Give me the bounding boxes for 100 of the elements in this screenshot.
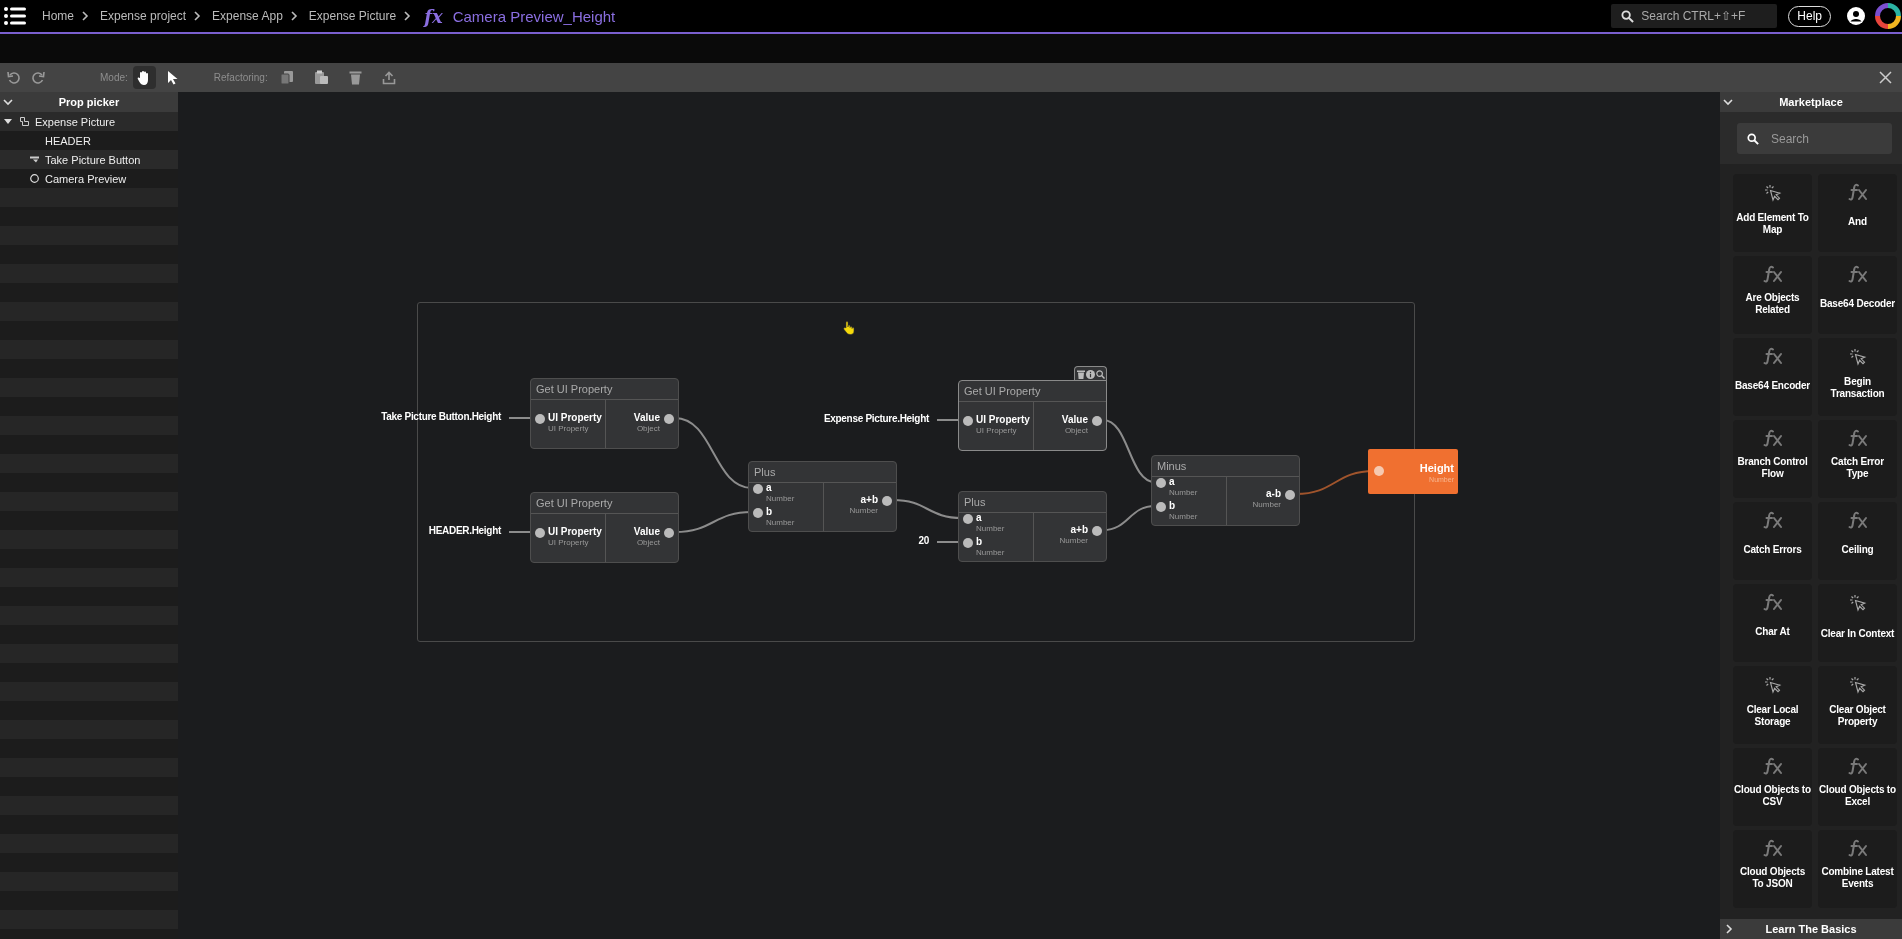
node-title: Minus bbox=[1152, 456, 1299, 477]
port-dot[interactable] bbox=[1374, 466, 1384, 476]
hand-cursor-icon bbox=[843, 321, 855, 335]
expand-icon[interactable] bbox=[4, 118, 12, 125]
function-icon bbox=[1762, 347, 1783, 365]
port-dot[interactable] bbox=[963, 538, 973, 548]
port-name: Value bbox=[1061, 414, 1088, 426]
export-icon[interactable] bbox=[381, 70, 396, 85]
click-icon bbox=[1848, 347, 1867, 367]
marketplace-tile[interactable]: Are Objects Related bbox=[1733, 256, 1812, 334]
port-name: Value bbox=[633, 526, 660, 538]
port-dot[interactable] bbox=[882, 496, 892, 506]
chevron-icon[interactable] bbox=[3, 99, 13, 106]
chevron-icon bbox=[194, 11, 202, 21]
breadcrumb-link[interactable]: Expense Picture bbox=[308, 9, 397, 23]
function-icon bbox=[1847, 511, 1868, 529]
port-name: b bbox=[976, 536, 983, 548]
click-icon bbox=[1763, 183, 1782, 203]
port-dot[interactable] bbox=[1156, 478, 1166, 488]
port-name: a-b bbox=[1266, 488, 1281, 500]
marketplace-tile[interactable]: Catch Errors bbox=[1733, 502, 1812, 580]
function-icon bbox=[1762, 593, 1783, 611]
port-dot[interactable] bbox=[535, 528, 545, 538]
search-field[interactable]: Search bbox=[1737, 123, 1892, 154]
search-icon[interactable] bbox=[1095, 369, 1105, 379]
graph-node[interactable]: Plus a Number b Number a+b Number bbox=[748, 461, 897, 532]
marketplace-tile[interactable]: Cloud Objects To JSON bbox=[1733, 830, 1812, 908]
function-icon bbox=[1847, 757, 1868, 775]
marketplace-tile[interactable]: Catch Error Type bbox=[1818, 420, 1897, 498]
tree-item[interactable]: Expense Picture bbox=[0, 112, 178, 131]
port-type: UI Property bbox=[976, 426, 1017, 435]
collapsed-panel-header[interactable]: Learn The Basics bbox=[1720, 919, 1902, 939]
menu-icon[interactable] bbox=[4, 7, 26, 25]
marketplace-tile[interactable]: Ceiling bbox=[1818, 502, 1897, 580]
marketplace-tile[interactable]: Combine Latest Events bbox=[1818, 830, 1897, 908]
port-type: UI Property bbox=[548, 424, 589, 433]
breadcrumb-link[interactable]: Expense App bbox=[212, 9, 283, 23]
copy-icon[interactable] bbox=[279, 70, 294, 85]
graph-node[interactable]: Get UI Property UI Property UI Property Value Object bbox=[530, 378, 679, 449]
marketplace-tile[interactable]: Branch Control Flow bbox=[1733, 420, 1812, 498]
marketplace-tile[interactable]: Base64 Decoder bbox=[1818, 256, 1897, 334]
graph-node[interactable]: Get UI Property UI Property UI Property Value Object bbox=[530, 492, 679, 563]
breadcrumb-link[interactable]: Expense project bbox=[100, 9, 187, 23]
marketplace-tile[interactable]: Clear In Context bbox=[1818, 584, 1897, 662]
port-dot[interactable] bbox=[1285, 490, 1295, 500]
graph-node[interactable]: Get UI Property UI Property UI Property Value Object bbox=[958, 380, 1107, 451]
function-glyph: fx bbox=[424, 5, 443, 27]
port-dot[interactable] bbox=[1092, 526, 1102, 536]
search-field[interactable]: Search CTRL+⇧+F bbox=[1611, 4, 1778, 28]
paste-icon[interactable] bbox=[313, 70, 329, 85]
port-dot[interactable] bbox=[753, 508, 763, 518]
button-icon bbox=[30, 156, 39, 163]
click-icon bbox=[1848, 593, 1867, 613]
port-name: b bbox=[1169, 500, 1176, 512]
port-dot[interactable] bbox=[1092, 416, 1102, 426]
click-icon bbox=[1848, 675, 1867, 695]
function-icon bbox=[1847, 265, 1868, 283]
port-dot[interactable] bbox=[664, 528, 674, 538]
marketplace-tile[interactable]: Add Element To Map bbox=[1733, 174, 1812, 252]
undo-icon[interactable] bbox=[7, 70, 21, 85]
port-dot[interactable] bbox=[1156, 502, 1166, 512]
tree-item[interactable]: Take Picture Button bbox=[0, 150, 178, 169]
chevron-icon[interactable] bbox=[1723, 99, 1733, 106]
chevron-icon bbox=[82, 11, 89, 21]
port-dot[interactable] bbox=[664, 414, 674, 424]
marketplace-tile[interactable]: Clear Object Property bbox=[1818, 666, 1897, 744]
logo-icon[interactable] bbox=[1875, 3, 1901, 29]
pointer-icon bbox=[167, 70, 180, 85]
function-icon bbox=[1762, 511, 1783, 529]
chevron-icon bbox=[1726, 924, 1733, 934]
graph-node[interactable]: Plus a Number b Number a+b Number bbox=[958, 491, 1107, 562]
marketplace-tile[interactable]: Base64 Encoder bbox=[1733, 338, 1812, 416]
marketplace-tile[interactable]: Cloud Objects to Excel bbox=[1818, 748, 1897, 826]
account-icon[interactable] bbox=[1847, 7, 1865, 25]
hand-tool-button[interactable] bbox=[132, 66, 156, 89]
redo-icon[interactable] bbox=[31, 70, 45, 85]
port-type: Number bbox=[766, 494, 795, 503]
marketplace-tile[interactable]: Begin Transaction bbox=[1818, 338, 1897, 416]
trash-icon[interactable] bbox=[1076, 369, 1085, 379]
port-dot[interactable] bbox=[753, 484, 763, 494]
marketplace-tile[interactable]: Clear Local Storage bbox=[1733, 666, 1812, 744]
port-dot[interactable] bbox=[535, 414, 545, 424]
circle-icon bbox=[30, 174, 39, 183]
port-name: b bbox=[766, 506, 773, 518]
port-name: UI Property bbox=[548, 412, 602, 424]
marketplace-tile[interactable]: And bbox=[1818, 174, 1897, 252]
marketplace-tile[interactable]: Cloud Objects to CSV bbox=[1733, 748, 1812, 826]
help-button[interactable]: Help bbox=[1788, 5, 1831, 27]
graph-node[interactable]: Minus a Number b Number a-b Number bbox=[1151, 455, 1300, 526]
port-type: Number bbox=[849, 506, 878, 515]
search-icon bbox=[1747, 133, 1759, 145]
function-icon bbox=[1847, 183, 1868, 201]
marketplace-tile[interactable]: Char At bbox=[1733, 584, 1812, 662]
node-title: Get UI Property bbox=[959, 381, 1106, 402]
breadcrumb-link[interactable]: Home bbox=[42, 9, 74, 23]
trash-icon[interactable] bbox=[348, 70, 362, 85]
chevron-icon bbox=[404, 11, 412, 21]
port-dot[interactable] bbox=[963, 514, 973, 524]
close-icon[interactable] bbox=[1879, 71, 1892, 84]
port-dot[interactable] bbox=[963, 416, 973, 426]
